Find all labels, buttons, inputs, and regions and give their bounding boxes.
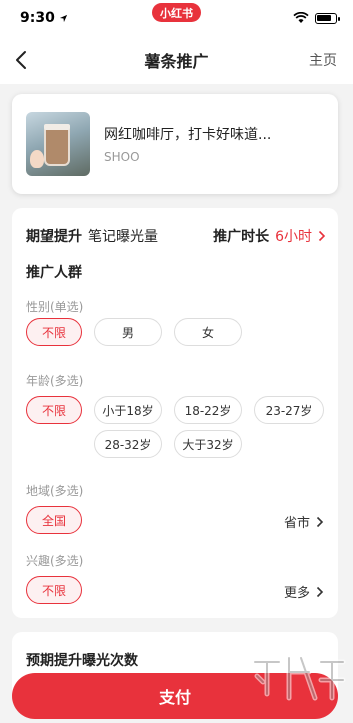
interest-option-any[interactable]: 不限 bbox=[26, 576, 82, 604]
doll-graphic bbox=[30, 150, 44, 168]
goal-row: 期望提升 笔记曝光量 推广时长 6小时 bbox=[26, 226, 326, 246]
gender-option-female[interactable]: 女 bbox=[174, 318, 242, 346]
note-card[interactable]: 网红咖啡厅，打卡好味道... SHOO bbox=[12, 94, 338, 194]
interest-more-label: 更多 bbox=[283, 586, 310, 601]
age-option-over-32[interactable]: 大于32岁 bbox=[174, 430, 242, 458]
audience-title: 推广人群 bbox=[26, 265, 82, 281]
age-option-under-18[interactable]: 小于18岁 bbox=[94, 396, 162, 424]
duration-selector[interactable]: 推广时长 6小时 bbox=[213, 226, 326, 246]
age-label: 年龄(多选) bbox=[26, 374, 84, 388]
nav-bar: 薯条推广 主页 bbox=[0, 36, 353, 84]
region-label: 地域(多选) bbox=[26, 484, 84, 498]
gender-option-any[interactable]: 不限 bbox=[26, 318, 82, 346]
note-author: SHOO bbox=[104, 150, 140, 164]
app-badge: 小红书 bbox=[152, 3, 201, 22]
chevron-right-icon bbox=[318, 230, 326, 242]
wifi-icon bbox=[293, 12, 309, 23]
status-time: 9:30 bbox=[20, 10, 68, 26]
location-arrow-icon bbox=[59, 14, 67, 22]
age-option-18-22[interactable]: 18-22岁 bbox=[174, 396, 242, 424]
goal-value: 笔记曝光量 bbox=[88, 229, 158, 245]
note-thumbnail bbox=[26, 112, 90, 176]
home-link[interactable]: 主页 bbox=[309, 50, 337, 70]
time-text: 9:30 bbox=[20, 10, 55, 26]
note-title: 网红咖啡厅，打卡好味道... bbox=[104, 127, 272, 143]
region-more-label: 省市 bbox=[283, 516, 310, 531]
region-option-nationwide[interactable]: 全国 bbox=[26, 506, 82, 534]
settings-card: 期望提升 笔记曝光量 推广时长 6小时 推广人群 性别(单选) 不限 男 女 年… bbox=[12, 208, 338, 618]
battery-icon bbox=[315, 12, 340, 24]
age-option-28-32[interactable]: 28-32岁 bbox=[94, 430, 162, 458]
status-indicators bbox=[293, 12, 340, 24]
interest-more-link[interactable]: 更多 bbox=[284, 582, 324, 601]
interest-label: 兴趣(多选) bbox=[26, 554, 84, 568]
back-arrow-icon[interactable] bbox=[10, 48, 34, 72]
goal-info: 期望提升 笔记曝光量 bbox=[26, 226, 158, 246]
gender-label: 性别(单选) bbox=[26, 300, 84, 314]
duration-value: 6小时 bbox=[275, 229, 312, 245]
goal-label: 期望提升 bbox=[26, 229, 82, 245]
battery-fill bbox=[317, 14, 331, 21]
exposure-title: 预期提升曝光次数 bbox=[26, 653, 138, 669]
page-title: 薯条推广 bbox=[144, 52, 209, 71]
chevron-right-icon bbox=[316, 586, 324, 597]
gender-option-male[interactable]: 男 bbox=[94, 318, 162, 346]
duration-label: 推广时长 bbox=[213, 229, 270, 245]
age-option-any[interactable]: 不限 bbox=[26, 396, 82, 424]
chevron-right-icon bbox=[316, 516, 324, 527]
note-text: 网红咖啡厅，打卡好味道... SHOO bbox=[104, 124, 271, 164]
region-more-link[interactable]: 省市 bbox=[284, 512, 324, 531]
age-option-23-27[interactable]: 23-27岁 bbox=[254, 396, 324, 424]
coffee-cup-graphic bbox=[44, 124, 70, 166]
watermark-logo-icon bbox=[252, 655, 346, 701]
